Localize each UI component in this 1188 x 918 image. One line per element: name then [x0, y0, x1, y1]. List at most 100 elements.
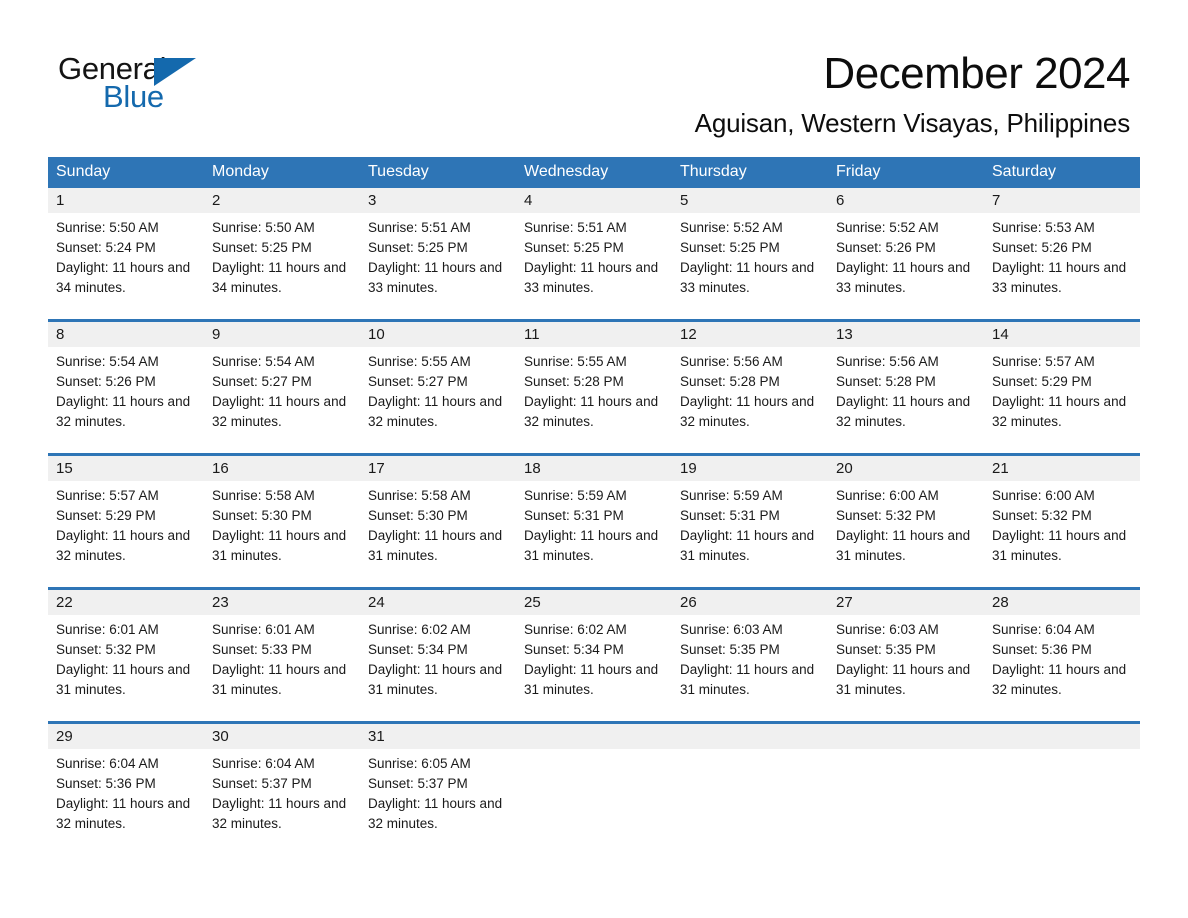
sunrise-text: Sunrise: 5:53 AM	[992, 220, 1095, 235]
calendar-day-cell[interactable]: 8 Sunrise: 5:54 AM Sunset: 5:26 PM Daylight…	[48, 319, 204, 455]
day-number: 6	[828, 188, 984, 213]
sunrise-text: Sunrise: 5:51 AM	[368, 220, 471, 235]
sunset-text: Sunset: 5:31 PM	[680, 508, 780, 523]
day-details: Sunrise: 6:02 AM Sunset: 5:34 PM Daylight:…	[360, 615, 516, 700]
calendar-day-cell[interactable]: 2 Sunrise: 5:50 AM Sunset: 5:25 PM Daylight…	[204, 188, 360, 321]
calendar-day-cell[interactable]: 29 Sunrise: 6:04 AM Sunset: 5:36 PM Dayligh…	[48, 721, 204, 855]
calendar-day-cell[interactable]: 23 Sunrise: 6:01 AM Sunset: 5:33 PM Dayligh…	[204, 587, 360, 723]
sunset-text: Sunset: 5:30 PM	[212, 508, 312, 523]
day-number: 21	[984, 456, 1140, 481]
daylight-text: Daylight: 11 hours and 32 minutes.	[56, 394, 191, 429]
calendar-day-cell[interactable]: 11 Sunrise: 5:55 AM Sunset: 5:28 PM Dayligh…	[516, 319, 672, 455]
day-number: 20	[828, 456, 984, 481]
daylight-text: Daylight: 11 hours and 32 minutes.	[992, 662, 1127, 697]
weekday-header-monday: Monday	[204, 157, 360, 188]
weekday-header-tuesday: Tuesday	[360, 157, 516, 188]
calendar-day-cell[interactable]: 5 Sunrise: 5:52 AM Sunset: 5:25 PM Daylight…	[672, 188, 828, 321]
day-cell-content: 20 Sunrise: 6:00 AM Sunset: 5:32 PM Dayligh…	[828, 456, 984, 587]
day-details: Sunrise: 5:59 AM Sunset: 5:31 PM Daylight:…	[516, 481, 672, 566]
calendar-day-cell[interactable]: 20 Sunrise: 6:00 AM Sunset: 5:32 PM Dayligh…	[828, 453, 984, 589]
sunrise-text: Sunrise: 6:04 AM	[56, 756, 159, 771]
day-number: 24	[360, 590, 516, 615]
sunset-text: Sunset: 5:37 PM	[212, 776, 312, 791]
calendar-day-cell[interactable]: 24 Sunrise: 6:02 AM Sunset: 5:34 PM Dayligh…	[360, 587, 516, 723]
calendar-day-cell[interactable]: 30 Sunrise: 6:04 AM Sunset: 5:37 PM Dayligh…	[204, 721, 360, 855]
general-blue-logo: General Blue	[58, 52, 238, 114]
calendar-day-cell[interactable]: 18 Sunrise: 5:59 AM Sunset: 5:31 PM Dayligh…	[516, 453, 672, 589]
calendar-day-cell[interactable]: 6 Sunrise: 5:52 AM Sunset: 5:26 PM Daylight…	[828, 188, 984, 321]
day-number	[516, 724, 672, 749]
calendar-day-cell[interactable]: 7 Sunrise: 5:53 AM Sunset: 5:26 PM Daylight…	[984, 188, 1140, 321]
calendar-day-cell[interactable]: 1 Sunrise: 5:50 AM Sunset: 5:24 PM Daylight…	[48, 188, 204, 321]
sunset-text: Sunset: 5:27 PM	[368, 374, 468, 389]
daylight-text: Daylight: 11 hours and 31 minutes.	[680, 662, 815, 697]
daylight-text: Daylight: 11 hours and 32 minutes.	[368, 796, 503, 831]
daylight-text: Daylight: 11 hours and 32 minutes.	[212, 394, 347, 429]
calendar-day-cell[interactable]: 27 Sunrise: 6:03 AM Sunset: 5:35 PM Dayligh…	[828, 587, 984, 723]
day-details: Sunrise: 6:02 AM Sunset: 5:34 PM Daylight:…	[516, 615, 672, 700]
calendar-day-cell[interactable]: 31 Sunrise: 6:05 AM Sunset: 5:37 PM Dayligh…	[360, 721, 516, 855]
calendar-day-cell[interactable]: 16 Sunrise: 5:58 AM Sunset: 5:30 PM Dayligh…	[204, 453, 360, 589]
day-number: 19	[672, 456, 828, 481]
calendar-day-cell[interactable]: 25 Sunrise: 6:02 AM Sunset: 5:34 PM Dayligh…	[516, 587, 672, 723]
calendar-day-cell[interactable]: 22 Sunrise: 6:01 AM Sunset: 5:32 PM Dayligh…	[48, 587, 204, 723]
day-cell-content: 15 Sunrise: 5:57 AM Sunset: 5:29 PM Dayligh…	[48, 456, 204, 587]
day-details: Sunrise: 6:04 AM Sunset: 5:36 PM Daylight:…	[48, 749, 204, 834]
daylight-text: Daylight: 11 hours and 31 minutes.	[212, 528, 347, 563]
day-cell-content: 19 Sunrise: 5:59 AM Sunset: 5:31 PM Dayligh…	[672, 456, 828, 587]
day-cell-content: 7 Sunrise: 5:53 AM Sunset: 5:26 PM Daylight…	[984, 188, 1140, 319]
calendar-day-cell[interactable]: 4 Sunrise: 5:51 AM Sunset: 5:25 PM Daylight…	[516, 188, 672, 321]
sunrise-text: Sunrise: 5:58 AM	[212, 488, 315, 503]
day-number: 4	[516, 188, 672, 213]
sunset-text: Sunset: 5:33 PM	[212, 642, 312, 657]
day-number: 16	[204, 456, 360, 481]
sunrise-text: Sunrise: 6:00 AM	[992, 488, 1095, 503]
calendar-day-cell[interactable]: 14 Sunrise: 5:57 AM Sunset: 5:29 PM Dayligh…	[984, 319, 1140, 455]
day-cell-content: 18 Sunrise: 5:59 AM Sunset: 5:31 PM Dayligh…	[516, 456, 672, 587]
sunset-text: Sunset: 5:34 PM	[368, 642, 468, 657]
calendar-day-cell[interactable]: 13 Sunrise: 5:56 AM Sunset: 5:28 PM Dayligh…	[828, 319, 984, 455]
page-header: General Blue December 2024 Aguisan, West…	[0, 0, 1188, 138]
sunset-text: Sunset: 5:25 PM	[212, 240, 312, 255]
calendar-day-cell[interactable]: 19 Sunrise: 5:59 AM Sunset: 5:31 PM Dayligh…	[672, 453, 828, 589]
day-number: 10	[360, 322, 516, 347]
calendar-day-cell[interactable]: 9 Sunrise: 5:54 AM Sunset: 5:27 PM Daylight…	[204, 319, 360, 455]
sunrise-text: Sunrise: 5:57 AM	[992, 354, 1095, 369]
day-cell-content: 28 Sunrise: 6:04 AM Sunset: 5:36 PM Dayligh…	[984, 590, 1140, 721]
day-cell-content: 29 Sunrise: 6:04 AM Sunset: 5:36 PM Dayligh…	[48, 724, 204, 855]
sunrise-text: Sunrise: 5:59 AM	[680, 488, 783, 503]
day-details: Sunrise: 5:53 AM Sunset: 5:26 PM Daylight:…	[984, 213, 1140, 298]
calendar-day-cell[interactable]: 12 Sunrise: 5:56 AM Sunset: 5:28 PM Dayligh…	[672, 319, 828, 455]
daylight-text: Daylight: 11 hours and 33 minutes.	[836, 260, 971, 295]
calendar-day-cell[interactable]: 3 Sunrise: 5:51 AM Sunset: 5:25 PM Daylight…	[360, 188, 516, 321]
day-details: Sunrise: 6:00 AM Sunset: 5:32 PM Daylight:…	[828, 481, 984, 566]
daylight-text: Daylight: 11 hours and 32 minutes.	[992, 394, 1127, 429]
title-block: December 2024 Aguisan, Western Visayas, …	[370, 48, 1131, 140]
calendar-day-cell-empty	[984, 721, 1140, 855]
calendar-day-cell[interactable]: 10 Sunrise: 5:55 AM Sunset: 5:27 PM Dayligh…	[360, 319, 516, 455]
day-number: 1	[48, 188, 204, 213]
sunset-text: Sunset: 5:36 PM	[56, 776, 156, 791]
day-cell-content: 9 Sunrise: 5:54 AM Sunset: 5:27 PM Daylight…	[204, 322, 360, 453]
calendar-day-cell[interactable]: 26 Sunrise: 6:03 AM Sunset: 5:35 PM Dayligh…	[672, 587, 828, 723]
sunset-text: Sunset: 5:26 PM	[836, 240, 936, 255]
day-number: 2	[204, 188, 360, 213]
daylight-text: Daylight: 11 hours and 31 minutes.	[836, 528, 971, 563]
sunset-text: Sunset: 5:28 PM	[524, 374, 624, 389]
sunrise-text: Sunrise: 6:01 AM	[212, 622, 315, 637]
calendar-week-row: 22 Sunrise: 6:01 AM Sunset: 5:32 PM Dayligh…	[48, 587, 1140, 723]
day-number: 23	[204, 590, 360, 615]
sunrise-text: Sunrise: 5:51 AM	[524, 220, 627, 235]
daylight-text: Daylight: 11 hours and 31 minutes.	[836, 662, 971, 697]
day-cell-content: 22 Sunrise: 6:01 AM Sunset: 5:32 PM Dayligh…	[48, 590, 204, 721]
sunset-text: Sunset: 5:29 PM	[56, 508, 156, 523]
sunset-text: Sunset: 5:27 PM	[212, 374, 312, 389]
calendar-day-cell[interactable]: 28 Sunrise: 6:04 AM Sunset: 5:36 PM Dayligh…	[984, 587, 1140, 723]
sunset-text: Sunset: 5:28 PM	[836, 374, 936, 389]
calendar-day-cell[interactable]: 21 Sunrise: 6:00 AM Sunset: 5:32 PM Dayligh…	[984, 453, 1140, 589]
daylight-text: Daylight: 11 hours and 33 minutes.	[680, 260, 815, 295]
day-cell-content	[984, 724, 1140, 855]
calendar-day-cell[interactable]: 15 Sunrise: 5:57 AM Sunset: 5:29 PM Dayligh…	[48, 453, 204, 589]
calendar-day-cell[interactable]: 17 Sunrise: 5:58 AM Sunset: 5:30 PM Dayligh…	[360, 453, 516, 589]
sunrise-text: Sunrise: 5:58 AM	[368, 488, 471, 503]
